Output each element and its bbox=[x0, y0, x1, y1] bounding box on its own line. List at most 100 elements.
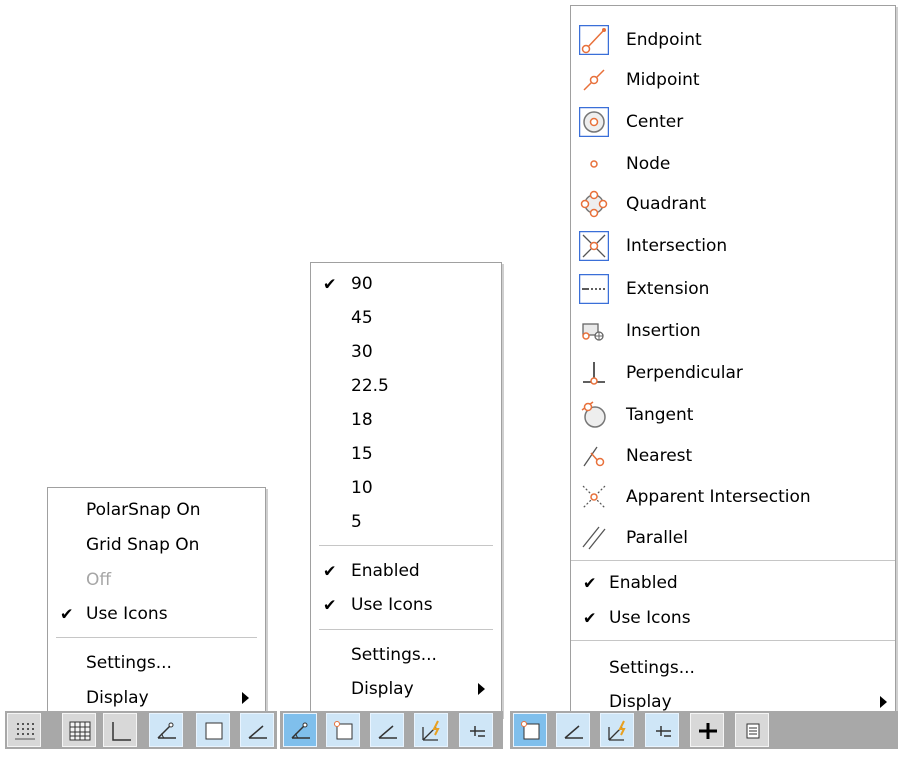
menu-item-insertion[interactable]: Insertion bbox=[571, 311, 895, 351]
status-bar bbox=[5, 711, 277, 749]
object-snap-button[interactable] bbox=[326, 713, 360, 747]
menu-item-label: Settings... bbox=[609, 658, 695, 678]
menu-separator bbox=[56, 637, 257, 639]
menu-item-label: Extension bbox=[626, 279, 710, 299]
menu-item-label: Enabled bbox=[351, 561, 420, 581]
menu-item-use-icons[interactable]: ✔ Use Icons bbox=[571, 602, 895, 634]
extension-icon bbox=[578, 273, 610, 305]
dynamic-input-button[interactable] bbox=[645, 713, 679, 747]
menu-item-label: Midpoint bbox=[626, 70, 700, 90]
menu-item-intersection[interactable]: Intersection bbox=[571, 226, 895, 266]
menu-item-display[interactable]: Display bbox=[48, 682, 265, 714]
menu-item-label: 22.5 bbox=[351, 376, 389, 396]
grid-icon bbox=[69, 721, 91, 741]
menu-item-angle-18[interactable]: 18 bbox=[311, 404, 501, 436]
polar-tracking-button[interactable] bbox=[283, 713, 317, 747]
menu-item-label: Use Icons bbox=[609, 608, 691, 628]
osnap-icon bbox=[521, 721, 540, 740]
menu-item-use-icons[interactable]: ✔ Use Icons bbox=[311, 589, 501, 621]
menu-item-label: 30 bbox=[351, 342, 373, 362]
menu-item-off: Off bbox=[48, 564, 265, 596]
perpendicular-icon bbox=[579, 358, 609, 388]
dynamic-ucs-button[interactable] bbox=[600, 713, 634, 747]
menu-item-node[interactable]: Node bbox=[571, 144, 895, 184]
polar-tracking-button[interactable] bbox=[149, 713, 183, 747]
menu-item-tangent[interactable]: Tangent bbox=[571, 395, 895, 435]
checkmark-icon: ✔ bbox=[323, 274, 337, 294]
menu-item-midpoint[interactable]: Midpoint bbox=[571, 60, 895, 100]
menu-item-label: Perpendicular bbox=[626, 363, 743, 383]
apparent-intersection-icon bbox=[579, 482, 609, 512]
menu-item-label: Settings... bbox=[351, 645, 437, 665]
menu-item-label: 15 bbox=[351, 444, 373, 464]
menu-item-label: Grid Snap On bbox=[86, 535, 200, 555]
menu-item-use-icons[interactable]: ✔ Use Icons bbox=[48, 598, 265, 630]
menu-item-label: Use Icons bbox=[351, 595, 433, 615]
menu-item-enabled[interactable]: ✔ Enabled bbox=[571, 567, 895, 599]
dynamic-input-button[interactable] bbox=[459, 713, 493, 747]
menu-item-label: Settings... bbox=[86, 653, 172, 673]
polar-icon bbox=[157, 722, 176, 739]
menu-item-settings[interactable]: Settings... bbox=[571, 652, 895, 684]
nearest-icon bbox=[579, 441, 609, 471]
menu-item-angle-10[interactable]: 10 bbox=[311, 472, 501, 504]
menu-item-endpoint[interactable]: Endpoint bbox=[571, 20, 895, 60]
object-snap-button[interactable] bbox=[513, 713, 547, 747]
menu-item-angle-22-5[interactable]: 22.5 bbox=[311, 370, 501, 402]
dyn-icon bbox=[470, 726, 485, 737]
menu-item-settings[interactable]: Settings... bbox=[311, 639, 501, 671]
quick-properties-button[interactable] bbox=[735, 713, 769, 747]
grid-display-button[interactable] bbox=[62, 713, 96, 747]
menu-item-label: 45 bbox=[351, 308, 373, 328]
checkmark-icon: ✔ bbox=[583, 608, 597, 628]
menu-item-display[interactable]: Display bbox=[311, 673, 501, 705]
submenu-arrow-icon bbox=[478, 683, 485, 695]
ducs-icon bbox=[608, 720, 626, 741]
checkmark-icon: ✔ bbox=[323, 595, 337, 615]
menu-item-quadrant[interactable]: Quadrant bbox=[571, 184, 895, 224]
menu-item-angle-5[interactable]: 5 bbox=[311, 506, 501, 538]
snap-context-menu: PolarSnap On Grid Snap On Off ✔ Use Icon… bbox=[47, 487, 266, 718]
menu-item-label: Nearest bbox=[626, 446, 693, 466]
snap-mode-button[interactable] bbox=[7, 713, 41, 747]
menu-item-parallel[interactable]: Parallel bbox=[571, 518, 895, 558]
otrack-icon bbox=[564, 725, 583, 739]
midpoint-icon bbox=[579, 65, 609, 95]
ducs-icon bbox=[422, 720, 440, 741]
menu-item-polarsnap-on[interactable]: PolarSnap On bbox=[48, 494, 265, 526]
menu-item-nearest[interactable]: Nearest bbox=[571, 436, 895, 476]
menu-item-label: Display bbox=[351, 679, 414, 699]
menu-item-label: Display bbox=[86, 688, 149, 708]
insertion-icon bbox=[579, 316, 609, 346]
menu-item-angle-15[interactable]: 15 bbox=[311, 438, 501, 470]
menu-item-angle-90[interactable]: ✔ 90 bbox=[311, 268, 501, 300]
submenu-arrow-icon bbox=[242, 692, 249, 704]
polar-icon bbox=[291, 722, 310, 739]
menu-item-center[interactable]: Center bbox=[571, 102, 895, 142]
menu-item-apparent-intersection[interactable]: Apparent Intersection bbox=[571, 477, 895, 517]
otrack-button[interactable] bbox=[240, 713, 274, 747]
menu-item-settings[interactable]: Settings... bbox=[48, 647, 265, 679]
lineweight-button[interactable] bbox=[690, 713, 724, 747]
menu-item-label: Intersection bbox=[626, 236, 728, 256]
checkmark-icon: ✔ bbox=[583, 573, 597, 593]
object-snap-button[interactable] bbox=[196, 713, 230, 747]
menu-item-angle-45[interactable]: 45 bbox=[311, 302, 501, 334]
menu-item-enabled[interactable]: ✔ Enabled bbox=[311, 555, 501, 587]
ortho-mode-button[interactable] bbox=[103, 713, 137, 747]
menu-item-grid-snap-on[interactable]: Grid Snap On bbox=[48, 529, 265, 561]
menu-item-perpendicular[interactable]: Perpendicular bbox=[571, 353, 895, 393]
otrack-button[interactable] bbox=[370, 713, 404, 747]
menu-item-extension[interactable]: Extension bbox=[571, 269, 895, 309]
menu-item-label: 18 bbox=[351, 410, 373, 430]
dynamic-ucs-button[interactable] bbox=[414, 713, 448, 747]
menu-item-angle-30[interactable]: 30 bbox=[311, 336, 501, 368]
osnap-icon bbox=[334, 721, 353, 740]
menu-item-label: Display bbox=[609, 692, 672, 712]
menu-separator bbox=[319, 545, 493, 547]
menu-separator bbox=[319, 629, 493, 631]
node-icon bbox=[579, 149, 609, 179]
endpoint-icon bbox=[578, 24, 610, 56]
quick-properties-icon bbox=[746, 723, 760, 739]
otrack-button[interactable] bbox=[556, 713, 590, 747]
